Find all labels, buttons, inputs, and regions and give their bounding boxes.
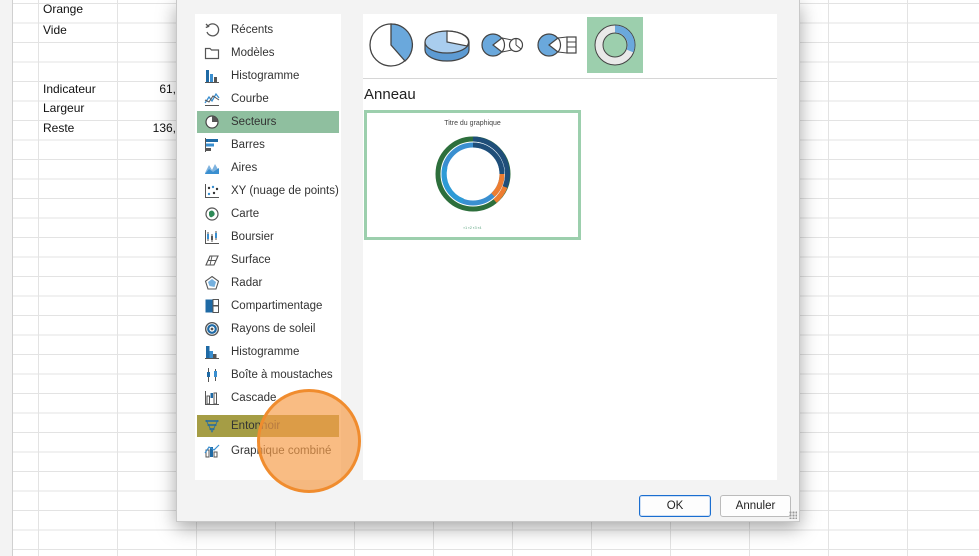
cell-label-orange[interactable]: Orange xyxy=(43,2,83,16)
chart-subtype-panel: Anneau Titre du graphique ▪1 ▪2 ▪3 ▪4 xyxy=(363,14,777,480)
category-label: Compartimentage xyxy=(231,300,323,312)
category-modeles[interactable]: Modèles xyxy=(197,42,339,64)
category-label: Secteurs xyxy=(231,116,277,128)
subtype-pie-of-pie[interactable] xyxy=(475,17,531,73)
category-label: Boîte à moustaches xyxy=(231,369,333,381)
cell-label-largeur[interactable]: Largeur xyxy=(43,101,84,115)
category-radar[interactable]: Radar xyxy=(197,272,339,294)
bar-of-pie-subtype-icon xyxy=(537,33,577,57)
cell-value-indicateur[interactable]: 61, xyxy=(136,82,176,96)
category-compartimentage[interactable]: Compartimentage xyxy=(197,295,339,317)
preview-legend: ▪1 ▪2 ▪3 ▪4 xyxy=(463,225,482,230)
category-recents[interactable]: Récents xyxy=(197,19,339,41)
templates-icon xyxy=(203,45,221,61)
subtype-gallery xyxy=(363,17,643,73)
bar-chart-icon xyxy=(203,137,221,153)
preview-doughnut xyxy=(435,136,511,212)
chart-preview[interactable]: Titre du graphique ▪1 ▪2 ▪3 ▪4 xyxy=(364,110,581,240)
pie-of-pie-subtype-icon xyxy=(481,33,524,57)
subtype-pie[interactable] xyxy=(363,17,419,73)
category-aires[interactable]: Aires xyxy=(197,157,339,179)
category-label: Courbe xyxy=(231,93,269,105)
area-chart-icon xyxy=(203,160,221,176)
category-label: Carte xyxy=(231,208,260,220)
pie-subtype-icon xyxy=(369,23,414,67)
category-label: Barres xyxy=(231,139,265,151)
waterfall-chart-icon xyxy=(203,390,221,406)
category-label: Histogramme xyxy=(231,70,300,82)
cancel-button[interactable]: Annuler xyxy=(720,495,791,517)
resize-grip-icon[interactable] xyxy=(789,511,797,519)
preview-chart-title: Titre du graphique xyxy=(444,120,501,127)
subtype-doughnut[interactable] xyxy=(587,17,643,73)
category-label: Surface xyxy=(231,254,271,266)
category-rayons-de-soleil[interactable]: Rayons de soleil xyxy=(197,318,339,340)
category-label: Aires xyxy=(231,162,258,174)
category-histogramme-stat[interactable]: Histogramme xyxy=(197,341,339,363)
category-boite-a-moustaches[interactable]: Boîte à moustaches xyxy=(197,364,339,386)
column-chart-icon xyxy=(203,68,221,84)
category-barres[interactable]: Barres xyxy=(197,134,339,156)
click-indicator xyxy=(257,389,361,493)
pie-chart-icon xyxy=(203,114,221,130)
category-label: Modèles xyxy=(231,47,275,59)
pie-3d-subtype-icon xyxy=(424,30,470,62)
sunburst-chart-icon xyxy=(203,321,221,337)
radar-chart-icon xyxy=(203,275,221,291)
cell-label-vide[interactable]: Vide xyxy=(43,23,67,37)
line-chart-icon xyxy=(203,91,221,107)
scatter-chart-icon xyxy=(203,183,221,199)
combo-chart-icon xyxy=(203,443,221,459)
category-label: XY (nuage de points) xyxy=(231,185,339,197)
doughnut-subtype-icon xyxy=(594,24,636,66)
category-label: Radar xyxy=(231,277,263,289)
category-surface[interactable]: Surface xyxy=(197,249,339,271)
category-label: Rayons de soleil xyxy=(231,323,316,335)
category-carte[interactable]: Carte xyxy=(197,203,339,225)
recent-icon xyxy=(203,22,221,38)
category-boursier[interactable]: Boursier xyxy=(197,226,339,248)
category-label: Histogramme xyxy=(231,346,300,358)
chart-type-title: Anneau xyxy=(364,86,416,103)
category-histogramme[interactable]: Histogramme xyxy=(197,65,339,87)
surface-chart-icon xyxy=(203,252,221,268)
stock-chart-icon xyxy=(203,229,221,245)
subtype-3d-pie[interactable] xyxy=(419,17,475,73)
cell-value-reste[interactable]: 136, xyxy=(136,121,176,135)
cell-label-indicateur[interactable]: Indicateur xyxy=(43,82,96,96)
funnel-chart-icon xyxy=(203,418,221,434)
histogram-chart-icon xyxy=(203,344,221,360)
treemap-chart-icon xyxy=(203,298,221,314)
category-secteurs[interactable]: Secteurs xyxy=(197,111,339,133)
category-courbe[interactable]: Courbe xyxy=(197,88,339,110)
category-label: Boursier xyxy=(231,231,274,243)
category-label: Récents xyxy=(231,24,274,36)
map-chart-icon xyxy=(203,206,221,222)
cell-label-reste[interactable]: Reste xyxy=(43,121,74,135)
category-label: Cascade xyxy=(231,392,277,404)
ok-button[interactable]: OK xyxy=(639,495,711,517)
box-whisker-chart-icon xyxy=(203,367,221,383)
category-xy[interactable]: XY (nuage de points) xyxy=(197,180,339,202)
row-headers xyxy=(0,0,13,556)
subtype-bar-of-pie[interactable] xyxy=(531,17,587,73)
subtype-separator xyxy=(363,78,777,79)
